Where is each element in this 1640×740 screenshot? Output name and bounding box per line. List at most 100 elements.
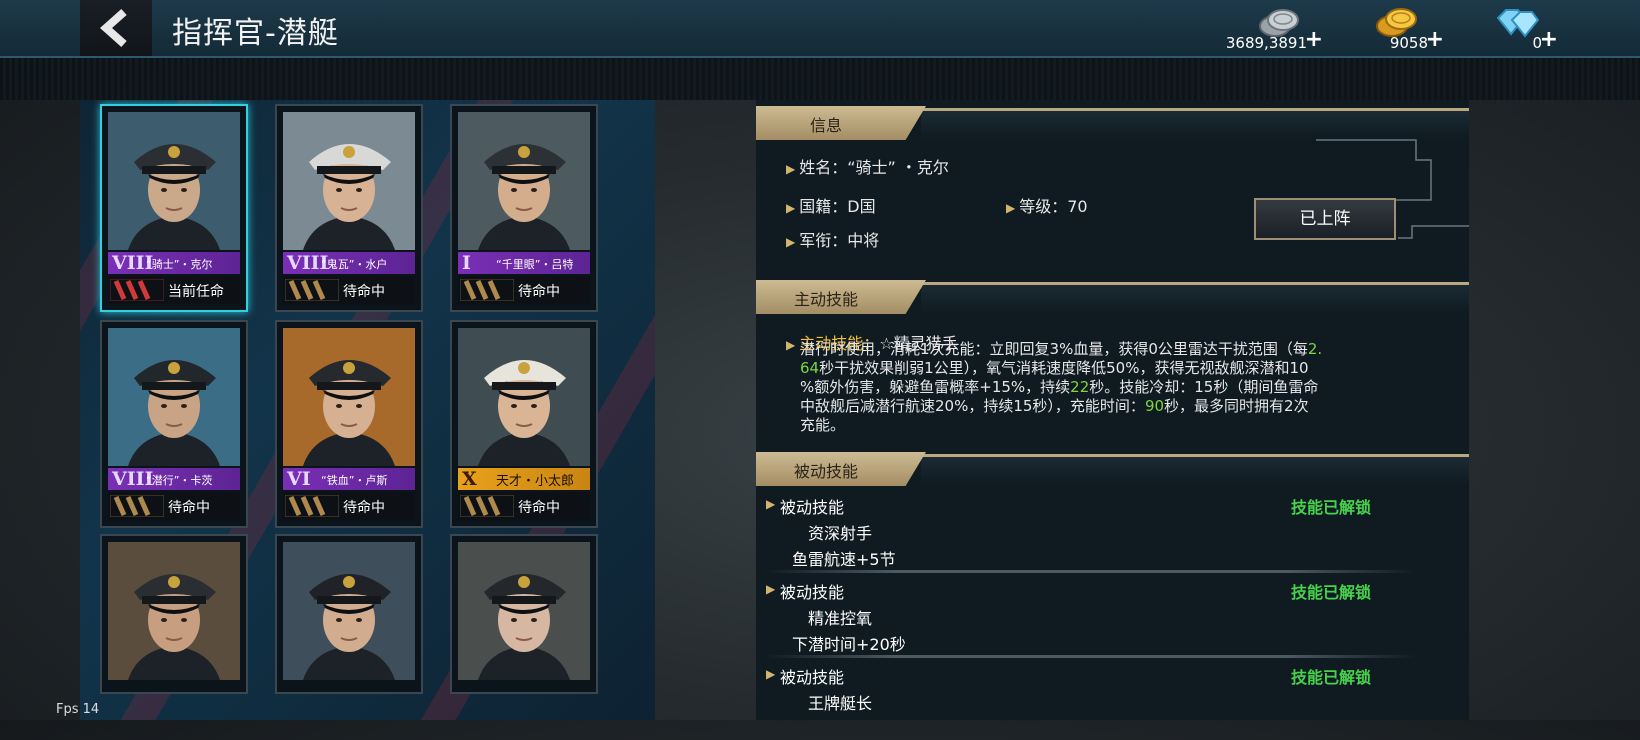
passive-skill-item: ▶ 被动技能 技能已解锁 精准控氧 下潜时间+20秒 xyxy=(766,573,1446,658)
header-stripe xyxy=(0,58,1640,100)
desc-text: 秒干扰效果削弱1公里），氧气消耗速度降低50%，获得无视敌舰深潜和10 xyxy=(819,359,1309,377)
desc-text: 潜行时使用，消耗1次充能：立即回复3%血量，获得0公里雷达干扰范围（每 xyxy=(800,340,1308,358)
passive-skill-item: ▶ 被动技能 技能已解锁资深射手鱼雷航速+5节 xyxy=(766,488,1446,573)
add-silver-button[interactable]: + xyxy=(1305,29,1323,51)
rank-chevrons-icon xyxy=(285,279,339,301)
nation-row: ▶ 国籍：D国 xyxy=(786,193,876,217)
commander-name-bar: I “千里眼”・吕特 xyxy=(458,252,590,274)
skill-unlocked-label: 技能已解锁 xyxy=(1291,668,1372,687)
commander-portrait xyxy=(458,542,590,680)
passive-skill-item: ▶ 被动技能 技能已解锁王牌艇长 xyxy=(766,658,1446,740)
commander-name: “潜行”・卡茨 xyxy=(146,474,213,487)
desc-text: 中敌舰后减潜行航速20%，持续15秒），充能时间： xyxy=(800,397,1145,415)
gold-amount: 9058 xyxy=(1389,34,1428,52)
rank-chevrons-icon xyxy=(460,495,514,517)
commander-name-bar: VIII “潜行”・卡茨 xyxy=(108,468,240,490)
rank-chevrons-icon xyxy=(110,495,164,517)
bullet-icon: ▶ xyxy=(766,582,776,596)
commander-status: 待命中 xyxy=(343,500,385,516)
commander-name-bar: X 天才・小太郎 xyxy=(458,468,590,490)
add-gold-button[interactable]: + xyxy=(1426,29,1444,51)
gold-currency[interactable]: 9058 + xyxy=(1342,2,1446,56)
commander-name-bar: VIII “骑士”・克尔 xyxy=(108,252,240,274)
commander-name: 天才・小太郎 xyxy=(496,474,575,489)
desc-text: 秒。技能冷却：15秒（期间鱼雷命 xyxy=(1089,378,1319,396)
info-section-label: 信息 xyxy=(809,116,842,135)
commander-status: 当前任命 xyxy=(168,284,224,300)
skill-unlocked-label: 技能已解锁 xyxy=(1291,583,1372,602)
commander-card[interactable]: VI “铁血”・卢斯待命中 xyxy=(275,320,423,528)
bullet-icon: ▶ xyxy=(766,667,776,681)
commander-card[interactable]: VIII “鬼瓦”・水户待命中 xyxy=(275,104,423,312)
highlight-value: 2. xyxy=(1307,340,1323,358)
back-button[interactable] xyxy=(80,0,152,56)
commander-roster[interactable]: VIII “骑士”・克尔 当前任命 VIII “鬼瓦”・水户 待命中 I “千里眼”・吕特 待命… xyxy=(80,100,655,720)
nation-label: 国籍： xyxy=(799,197,848,216)
bullet-icon: ▶ xyxy=(786,338,796,352)
commander-card[interactable] xyxy=(275,534,423,694)
silver-amount: 3689,3891 xyxy=(1225,34,1307,52)
passive-skill-title: 被动技能 xyxy=(780,668,845,687)
passive-skill-section-header: 被动技能 xyxy=(756,452,1469,486)
commander-portrait xyxy=(283,328,415,466)
commander-name: “千里眼”・吕特 xyxy=(496,258,574,271)
bullet-icon: ▶ xyxy=(786,201,796,215)
commander-portrait xyxy=(108,112,240,250)
rank-numeral: I xyxy=(462,252,471,274)
commander-portrait xyxy=(108,328,240,466)
passive-skill-title: 被动技能 xyxy=(780,498,845,517)
bullet-icon: ▶ xyxy=(786,235,796,249)
commander-card[interactable]: I “千里眼”・吕特待命中 xyxy=(450,104,598,312)
highlight-value: 90 xyxy=(1144,397,1165,415)
add-diamond-button[interactable]: + xyxy=(1540,29,1558,51)
status-row: 当前任命 xyxy=(108,276,240,304)
level-row: ▶ 等级：70 xyxy=(1006,193,1088,217)
passive-skill-name: 资深射手 xyxy=(808,524,873,543)
commander-portrait xyxy=(108,542,240,680)
commander-name: “鬼瓦”・水户 xyxy=(321,258,388,271)
commander-name: “铁血”・卢斯 xyxy=(321,474,388,487)
highlight-value: 22 xyxy=(1070,378,1090,396)
rank-numeral: VI xyxy=(287,468,311,490)
level-label: 等级： xyxy=(1019,197,1068,216)
bullet-icon: ▶ xyxy=(1006,201,1016,215)
commander-name-bar: VI “铁血”・卢斯 xyxy=(283,468,415,490)
skill-desc-line: 充能。 xyxy=(800,416,1450,435)
commander-card[interactable]: VIII “潜行”・卡茨 待命中 xyxy=(100,320,248,528)
commander-card[interactable] xyxy=(100,534,248,694)
commander-status: 待命中 xyxy=(343,284,385,300)
passive-skill-effect: 鱼雷航速+5节 xyxy=(792,550,896,569)
passive-skill-name: 王牌艇长 xyxy=(808,694,873,713)
commander-portrait xyxy=(283,542,415,680)
name-value: “骑士” ・克尔 xyxy=(847,158,949,177)
commander-status: 待命中 xyxy=(518,500,560,516)
status-row: 待命中 xyxy=(458,276,590,304)
desc-text: 秒，最多同时拥有2次 xyxy=(1164,397,1309,415)
passive-skill-section-label: 被动技能 xyxy=(793,462,858,481)
bullet-icon: ▶ xyxy=(766,497,776,511)
rank-chevrons-icon xyxy=(110,279,164,301)
commander-name-bar: VIII “鬼瓦”・水户 xyxy=(283,252,415,274)
active-skill-section-label: 主动技能 xyxy=(793,290,858,309)
desc-text: %额外伤害，躲避鱼雷概率+15%，持续 xyxy=(800,378,1071,396)
commander-portrait xyxy=(458,112,590,250)
rank-label: 军衔： xyxy=(799,231,848,250)
status-row: 待命中 xyxy=(458,492,590,520)
commander-card[interactable]: X 天才・小太郎待命中 xyxy=(450,320,598,528)
deployed-button[interactable]: 已上阵 xyxy=(1254,198,1396,240)
status-row: 待命中 xyxy=(108,492,240,520)
commander-name: “骑士”・克尔 xyxy=(146,258,213,271)
name-label: 姓名： xyxy=(799,158,848,177)
nation-value: D国 xyxy=(847,197,876,216)
silver-currency[interactable]: 3689,3891 + xyxy=(1225,2,1325,56)
level-value: 70 xyxy=(1067,197,1088,216)
skill-unlocked-label: 技能已解锁 xyxy=(1291,498,1372,517)
desc-text: 充能。 xyxy=(800,416,846,434)
active-skill-description: 潜行时使用，消耗1次充能：立即回复3%血量，获得0公里雷达干扰范围（每2. 64秒… xyxy=(800,340,1450,435)
diamond-currency[interactable]: 0 + xyxy=(1468,2,1560,56)
page-title: 指挥官-潜艇 xyxy=(172,16,339,51)
name-row: ▶ 姓名：“骑士” ・克尔 xyxy=(786,154,949,178)
bullet-icon: ▶ xyxy=(786,162,796,176)
commander-card[interactable]: VIII “骑士”・克尔当前任命 xyxy=(100,104,248,312)
commander-card[interactable] xyxy=(450,534,598,694)
